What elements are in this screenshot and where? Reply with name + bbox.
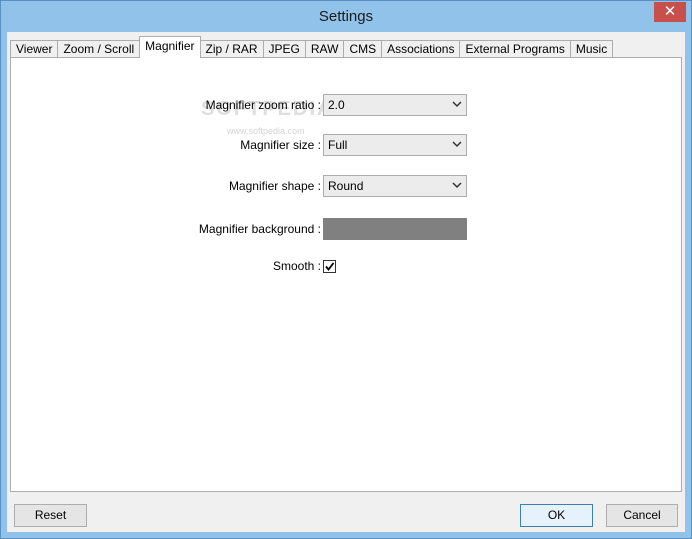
tab-zoom-scroll[interactable]: Zoom / Scroll: [57, 40, 141, 58]
chevron-down-icon: [452, 101, 462, 108]
settings-window: Settings ✕ Viewer Zoom / Scroll Magnifie…: [0, 0, 692, 539]
size-label: Magnifier size :: [240, 138, 321, 152]
cancel-button[interactable]: Cancel: [606, 504, 678, 527]
background-label: Magnifier background :: [198, 222, 321, 236]
shape-label: Magnifier shape :: [228, 179, 321, 193]
title-bar[interactable]: Settings ✕: [1, 1, 691, 32]
shape-value: Round: [328, 179, 364, 193]
checkmark-icon: [325, 262, 335, 271]
size-select[interactable]: Full: [323, 134, 467, 156]
shape-select[interactable]: Round: [323, 175, 467, 197]
magnifier-panel: SOFTPEDIA www.softpedia.com Magnifier zo…: [10, 57, 682, 492]
smooth-label: Smooth :: [272, 259, 321, 273]
zoom-ratio-label: Magnifier zoom ratio :: [205, 98, 321, 112]
background-color-swatch[interactable]: [323, 218, 467, 240]
tab-bar: Viewer Zoom / Scroll Magnifier Zip / RAR…: [10, 36, 614, 58]
size-value: Full: [328, 138, 348, 152]
close-button[interactable]: ✕: [654, 2, 686, 22]
zoom-ratio-value: 2.0: [328, 98, 345, 112]
reset-button[interactable]: Reset: [14, 504, 87, 527]
watermark-url: www.softpedia.com: [227, 126, 305, 136]
smooth-checkbox[interactable]: [323, 260, 336, 273]
tab-magnifier[interactable]: Magnifier: [139, 36, 201, 58]
dialog-client: Viewer Zoom / Scroll Magnifier Zip / RAR…: [7, 32, 685, 532]
tab-cms[interactable]: CMS: [343, 40, 383, 58]
ok-button[interactable]: OK: [520, 504, 593, 527]
window-title: Settings: [318, 8, 374, 25]
tab-zip-rar[interactable]: Zip / RAR: [199, 40, 264, 58]
tab-jpeg[interactable]: JPEG: [262, 40, 306, 58]
tab-external-programs[interactable]: External Programs: [459, 40, 571, 58]
tab-viewer[interactable]: Viewer: [10, 40, 59, 58]
chevron-down-icon: [452, 182, 462, 189]
tab-associations[interactable]: Associations: [381, 40, 461, 58]
close-icon: ✕: [663, 2, 677, 20]
tab-raw[interactable]: RAW: [304, 40, 345, 58]
chevron-down-icon: [452, 141, 462, 148]
zoom-ratio-select[interactable]: 2.0: [323, 94, 467, 116]
tab-music[interactable]: Music: [569, 40, 614, 58]
